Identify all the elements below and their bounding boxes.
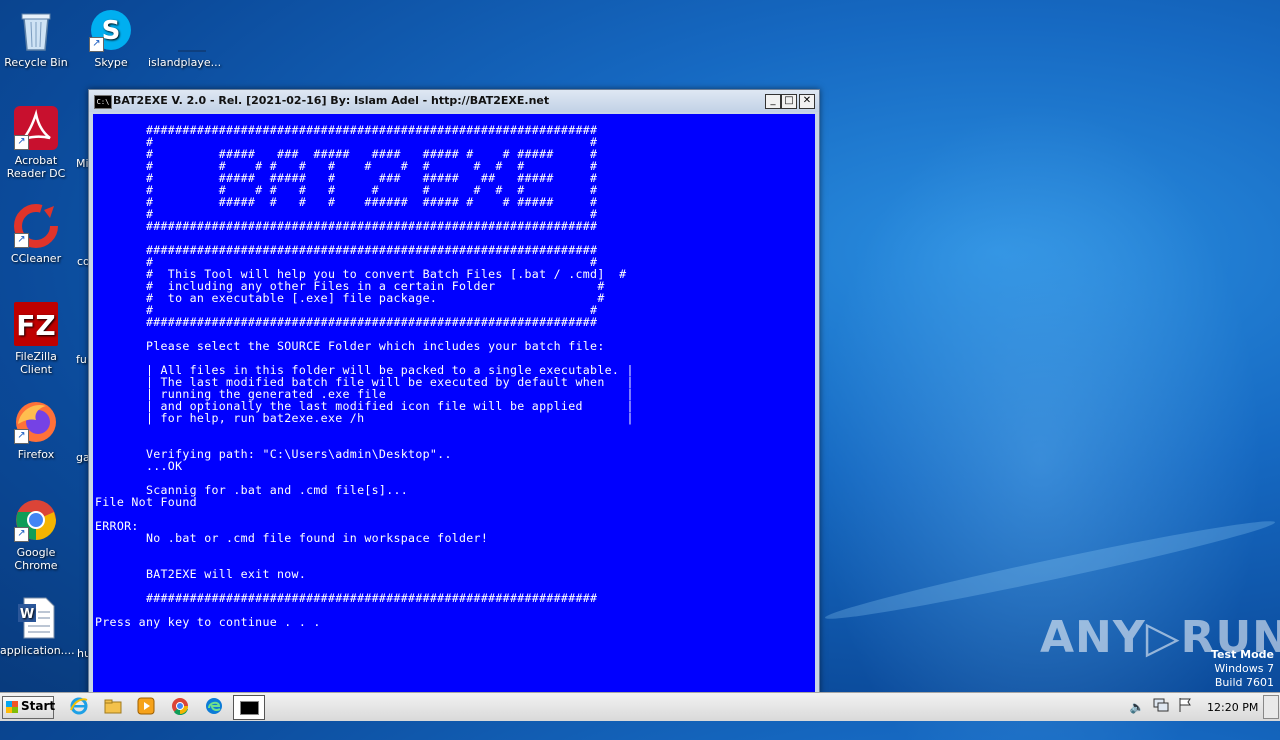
desktop-icon-application[interactable]: W application.... bbox=[0, 596, 75, 657]
taskbar: Start 🔈 12:20 PM bbox=[0, 692, 1280, 721]
os-label: Windows 7 bbox=[1214, 662, 1274, 675]
media-player-icon[interactable] bbox=[135, 696, 157, 718]
desktop-icon-firefox[interactable]: ↗ Firefox bbox=[0, 400, 72, 461]
svg-text:S: S bbox=[102, 16, 121, 46]
console-app-icon: C:\ bbox=[94, 95, 112, 109]
chrome-icon: ↗ bbox=[14, 498, 58, 542]
action-center-flag-icon[interactable] bbox=[1174, 696, 1196, 718]
shortcut-arrow-icon: ↗ bbox=[89, 37, 104, 52]
console-line: BAT2EXE will exit now. bbox=[95, 567, 307, 581]
console-line: ########################################… bbox=[95, 219, 598, 233]
desktop-partial-label: Mi bbox=[76, 157, 89, 170]
taskbar-clock[interactable]: 12:20 PM bbox=[1207, 701, 1258, 714]
maximize-button[interactable]: □ bbox=[781, 94, 797, 109]
skype-icon: S ↗ bbox=[89, 8, 133, 52]
console-line: ########################################… bbox=[95, 591, 598, 605]
desktop-icon-chrome[interactable]: ↗ Google Chrome bbox=[0, 498, 72, 572]
shortcut-arrow-icon: ↗ bbox=[14, 233, 29, 248]
desktop-icon-ccleaner[interactable]: ↗ CCleaner bbox=[0, 204, 72, 265]
console-window[interactable]: C:\ BAT2EXE V. 2.0 - Rel. [2021-02-16] B… bbox=[88, 89, 820, 696]
build-label: Build 7601 bbox=[1214, 676, 1274, 689]
test-mode-label: Test Mode bbox=[1211, 648, 1274, 661]
shortcut-arrow-icon: ↗ bbox=[14, 135, 29, 150]
svg-text:W: W bbox=[20, 607, 34, 622]
close-button[interactable]: ✕ bbox=[799, 94, 815, 109]
blank-file-icon bbox=[162, 8, 222, 52]
window-titlebar[interactable]: C:\ BAT2EXE V. 2.0 - Rel. [2021-02-16] B… bbox=[89, 90, 819, 112]
show-desktop-button[interactable] bbox=[1263, 695, 1279, 719]
recycle-bin-icon bbox=[14, 8, 58, 52]
internet-explorer-icon[interactable] bbox=[68, 696, 90, 718]
console-line: ...OK bbox=[95, 459, 183, 473]
svg-text:FZ: FZ bbox=[16, 309, 55, 342]
acrobat-icon: ↗ bbox=[14, 106, 58, 150]
test-mode-notice: Test Mode Windows 7 Build 7601 bbox=[1211, 648, 1274, 690]
minimize-button[interactable]: _ bbox=[765, 94, 781, 109]
console-output[interactable]: ########################################… bbox=[93, 114, 815, 692]
file-explorer-icon[interactable] bbox=[102, 696, 124, 718]
firefox-icon: ↗ bbox=[14, 400, 58, 444]
desktop-icon-recycle-bin[interactable]: Recycle Bin bbox=[0, 8, 72, 69]
start-button[interactable]: Start bbox=[2, 696, 55, 719]
desktop-icon-skype[interactable]: S ↗ Skype bbox=[75, 8, 147, 69]
speaker-icon[interactable]: 🔈 bbox=[1126, 696, 1148, 718]
console-line: No .bat or .cmd file found in workspace … bbox=[95, 531, 489, 545]
console-line: File Not Found bbox=[95, 495, 197, 509]
edge-icon[interactable] bbox=[203, 696, 225, 718]
console-line: Press any key to continue . . . bbox=[95, 615, 321, 629]
console-line: | for help, run bat2exe.exe /h | bbox=[95, 411, 634, 425]
word-document-icon: W bbox=[14, 596, 58, 640]
desktop-icon-filezilla[interactable]: FZ FileZilla Client bbox=[0, 302, 72, 376]
console-taskbar-icon bbox=[240, 701, 259, 715]
console-line: Please select the SOURCE Folder which in… bbox=[95, 339, 605, 353]
window-title: BAT2EXE V. 2.0 - Rel. [2021-02-16] By: I… bbox=[113, 94, 550, 107]
shortcut-arrow-icon: ↗ bbox=[14, 429, 29, 444]
shortcut-arrow-icon: ↗ bbox=[14, 527, 29, 542]
desktop-icon-acrobat[interactable]: ↗ Acrobat Reader DC bbox=[0, 106, 72, 180]
taskbar-console-button[interactable] bbox=[233, 695, 265, 720]
desktop-icon-islandplayer[interactable]: islandplaye... bbox=[148, 8, 222, 69]
chrome-taskbar-icon[interactable] bbox=[169, 696, 191, 718]
filezilla-icon: FZ bbox=[14, 302, 58, 346]
windows-logo-icon bbox=[6, 701, 18, 713]
ccleaner-icon: ↗ bbox=[14, 204, 58, 248]
desktop-partial-label: fu bbox=[76, 353, 87, 366]
network-icon[interactable] bbox=[1150, 696, 1172, 718]
console-line: ########################################… bbox=[95, 315, 598, 329]
